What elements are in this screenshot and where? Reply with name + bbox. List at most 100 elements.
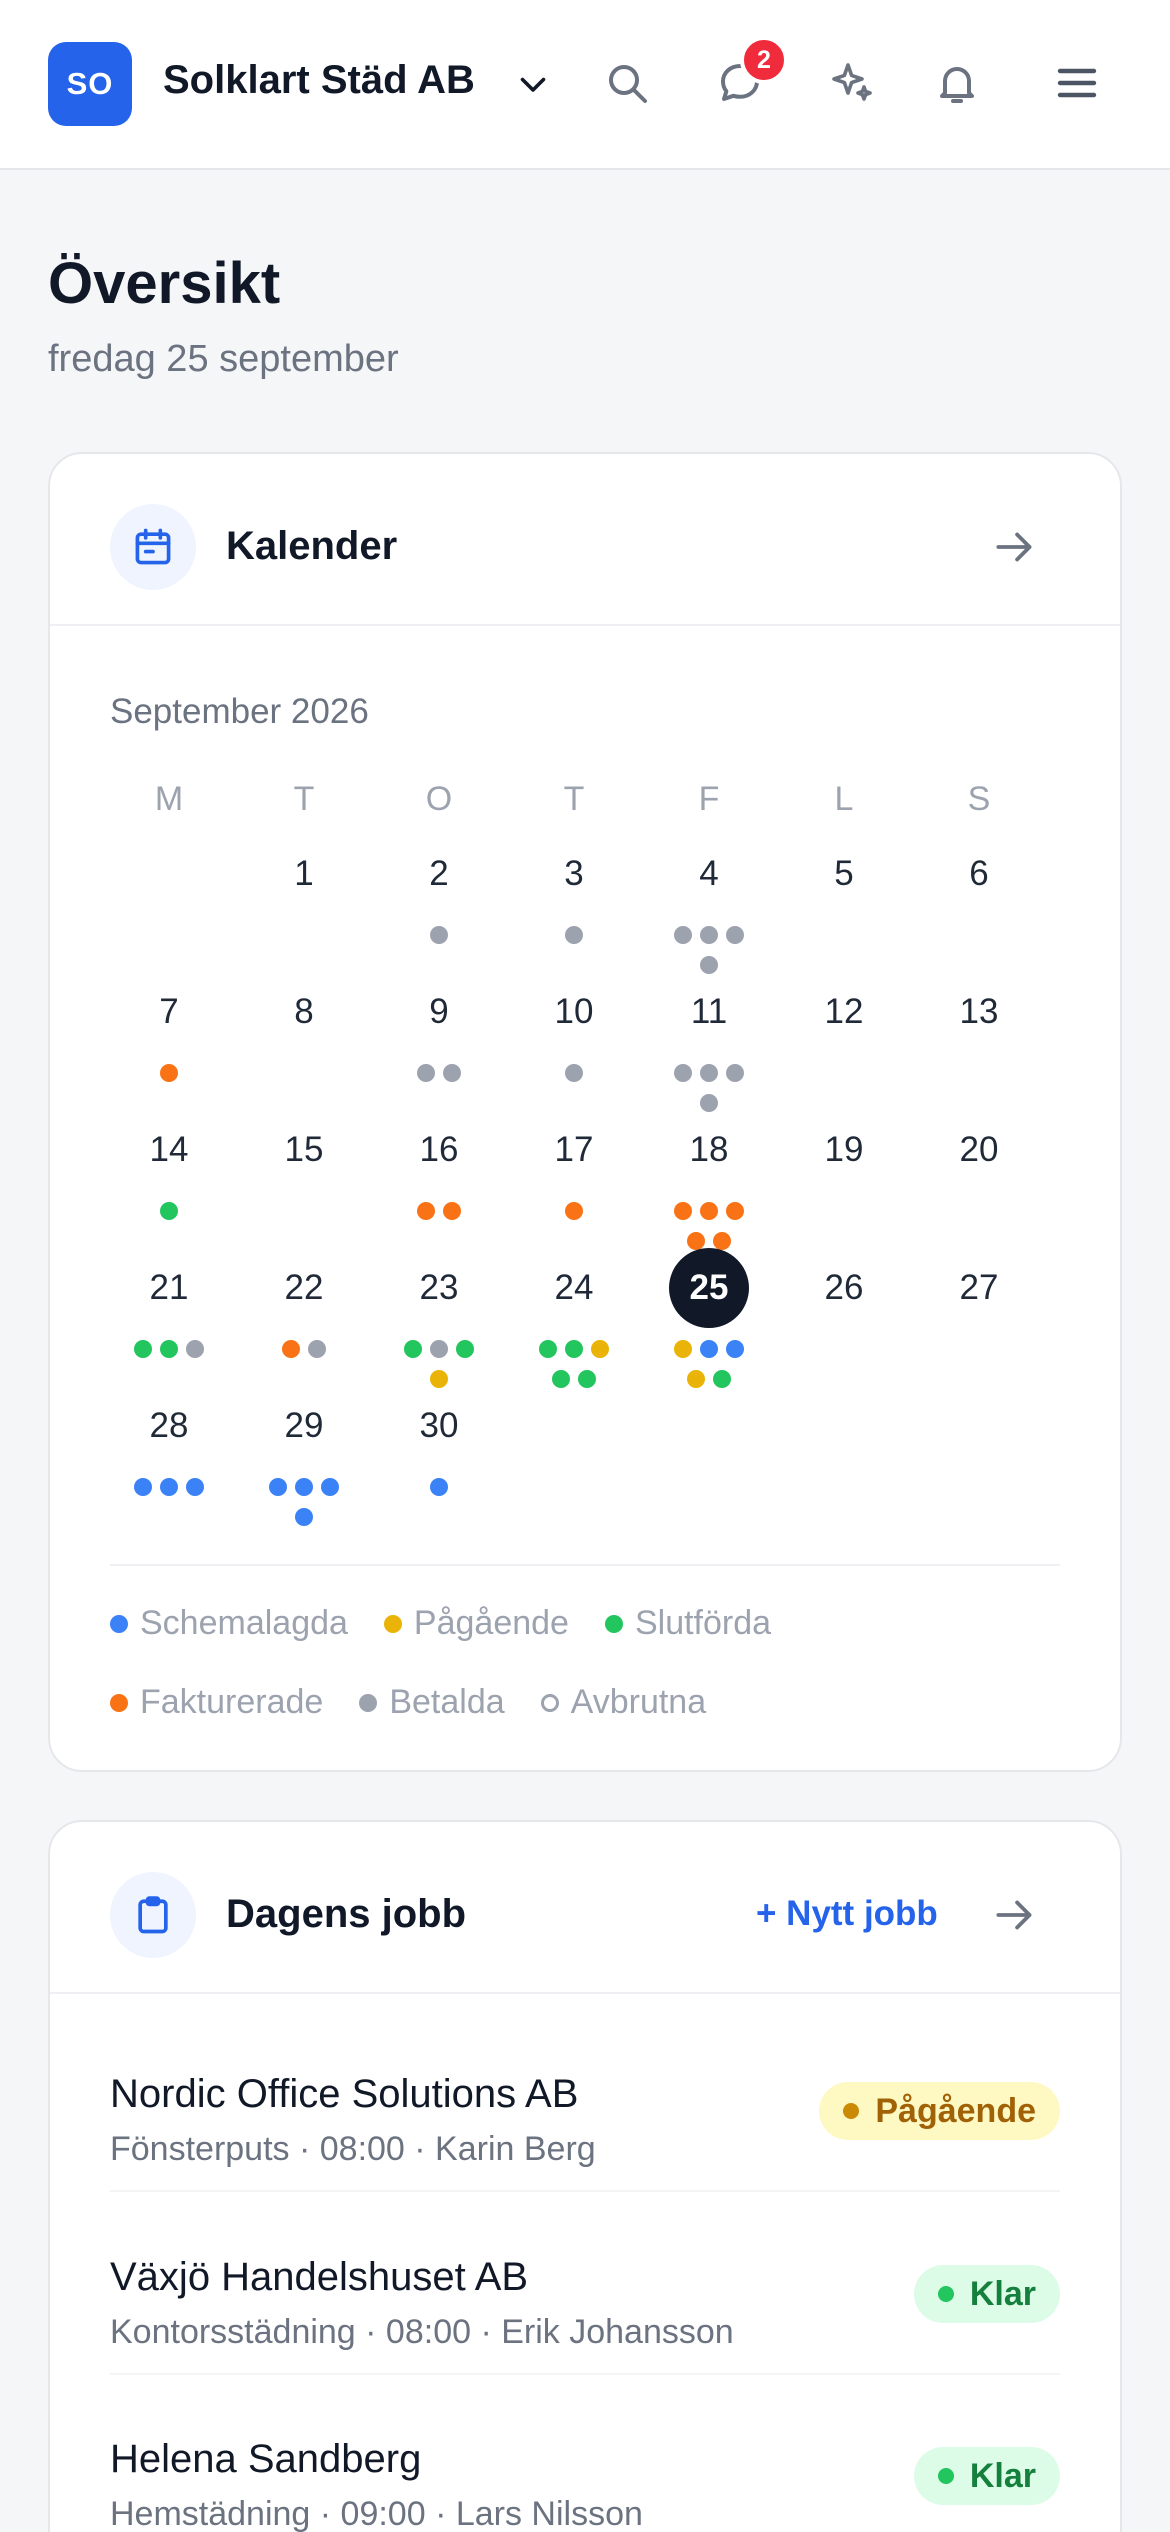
weekday-label: M bbox=[154, 780, 184, 818]
calendar-day[interactable]: 7 bbox=[129, 972, 209, 1052]
legend-dot bbox=[359, 1693, 378, 1712]
calendar-legend: Schemalagda Pågående Slutförda Fakturerade B… bbox=[110, 1604, 1090, 1722]
calendar-day[interactable]: 29 bbox=[264, 1386, 344, 1466]
status-dot-paid bbox=[565, 1064, 583, 1082]
status-dot-paid bbox=[430, 926, 448, 944]
day-status-dots bbox=[659, 1340, 759, 1388]
calendar-day[interactable]: 27 bbox=[939, 1248, 1019, 1328]
divider bbox=[110, 1564, 1060, 1566]
new-job-button[interactable]: + Nytt jobb bbox=[756, 1894, 938, 1934]
calendar-day[interactable]: 11 bbox=[669, 972, 749, 1052]
calendar-day[interactable]: 26 bbox=[804, 1248, 884, 1328]
calendar-day[interactable]: 16 bbox=[399, 1110, 479, 1190]
top-bar: SO Solklart Städ AB 2 bbox=[0, 0, 1170, 170]
org-avatar[interactable]: SO bbox=[48, 42, 132, 126]
day-status-dots bbox=[389, 926, 489, 944]
calendar-day[interactable]: 6 bbox=[939, 834, 1019, 914]
status-dot-completed bbox=[134, 1340, 152, 1358]
job-meta: Fönsterputs · 08:00 · Karin Berg bbox=[110, 2130, 596, 2168]
menu-icon bbox=[1057, 68, 1097, 98]
status-dot-scheduled bbox=[134, 1478, 152, 1496]
calendar-day[interactable]: 4 bbox=[669, 834, 749, 914]
calendar-day[interactable]: 8 bbox=[264, 972, 344, 1052]
status-dot-completed bbox=[160, 1340, 178, 1358]
bell-icon bbox=[940, 67, 974, 103]
calendar-day[interactable]: 21 bbox=[129, 1248, 209, 1328]
calendar-day[interactable]: 2 bbox=[399, 834, 479, 914]
status-dot-ongoing bbox=[674, 1340, 692, 1358]
chevron-down-icon[interactable] bbox=[515, 66, 551, 102]
org-name[interactable]: Solklart Städ AB bbox=[163, 58, 475, 103]
job-row[interactable]: Växjö Handelshuset AB Kontorsstädning · 0… bbox=[110, 2225, 1060, 2375]
job-row[interactable]: Helena Sandberg Hemstädning · 09:00 · Lar… bbox=[110, 2407, 1060, 2532]
status-dot-scheduled bbox=[726, 1340, 744, 1358]
page-date: fredag 25 september bbox=[48, 338, 399, 380]
status-dot-completed bbox=[160, 1202, 178, 1220]
status-badge: Klar bbox=[913, 2265, 1060, 2323]
calendar-day[interactable]: 22 bbox=[264, 1248, 344, 1328]
calendar-day[interactable]: 28 bbox=[129, 1386, 209, 1466]
calendar-day-today[interactable]: 25 bbox=[669, 1248, 749, 1328]
calendar-day[interactable]: 14 bbox=[129, 1110, 209, 1190]
status-dot-completed bbox=[565, 1340, 583, 1358]
status-dot bbox=[937, 2286, 954, 2302]
legend-dot bbox=[383, 1614, 402, 1633]
legend-dot bbox=[110, 1693, 128, 1712]
day-status-dots bbox=[659, 1064, 759, 1112]
status-dot-paid bbox=[726, 1064, 744, 1082]
legend-label: Avbrutna bbox=[570, 1683, 707, 1721]
calendar-day[interactable]: 19 bbox=[804, 1110, 884, 1190]
menu-button[interactable] bbox=[1047, 53, 1107, 113]
job-meta: Hemstädning · 09:00 · Lars Nilsson bbox=[110, 2495, 643, 2532]
day-status-dots bbox=[389, 1478, 489, 1496]
calendar-day[interactable]: 12 bbox=[804, 972, 884, 1052]
day-status-dots bbox=[524, 1340, 624, 1388]
calendar-day[interactable]: 5 bbox=[804, 834, 884, 914]
arrow-right-icon[interactable] bbox=[990, 1890, 1040, 1940]
calendar-day[interactable]: 10 bbox=[534, 972, 614, 1052]
calendar-day[interactable]: 3 bbox=[534, 834, 614, 914]
weekday-label: T bbox=[563, 780, 585, 818]
calendar-day[interactable]: 20 bbox=[939, 1110, 1019, 1190]
calendar-day[interactable]: 15 bbox=[264, 1110, 344, 1190]
status-dot-invoiced bbox=[674, 1202, 692, 1220]
calendar-day[interactable]: 17 bbox=[534, 1110, 614, 1190]
search-button[interactable] bbox=[597, 53, 657, 113]
day-status-dots bbox=[524, 926, 624, 944]
legend-dot bbox=[540, 1693, 559, 1712]
clipboard-icon-wrap bbox=[110, 1872, 196, 1958]
status-label: Klar bbox=[969, 2274, 1036, 2313]
calendar-day[interactable]: 13 bbox=[939, 972, 1019, 1052]
status-dot-paid bbox=[430, 1340, 448, 1358]
status-dot-paid bbox=[308, 1340, 326, 1358]
calendar-day[interactable]: 1 bbox=[264, 834, 344, 914]
calendar-day[interactable]: 18 bbox=[669, 1110, 749, 1190]
legend-label: Betalda bbox=[389, 1683, 505, 1721]
status-dot-paid bbox=[565, 926, 583, 944]
notifications-button[interactable] bbox=[927, 53, 987, 113]
status-dot-scheduled bbox=[700, 1340, 718, 1358]
day-status-dots bbox=[659, 926, 759, 974]
day-status-dots bbox=[389, 1064, 489, 1082]
calendar-day[interactable]: 23 bbox=[399, 1248, 479, 1328]
legend-item: Slutförda bbox=[604, 1604, 771, 1643]
status-dot bbox=[843, 2103, 860, 2119]
legend-label: Pågående bbox=[413, 1604, 569, 1642]
calendar-day[interactable]: 30 bbox=[399, 1386, 479, 1466]
status-dot-scheduled bbox=[186, 1478, 204, 1496]
legend-item: Avbrutna bbox=[540, 1683, 707, 1722]
legend-item: Pågående bbox=[383, 1604, 569, 1643]
job-customer: Nordic Office Solutions AB bbox=[110, 2072, 579, 2116]
legend-dot bbox=[604, 1614, 623, 1633]
calendar-day[interactable]: 9 bbox=[399, 972, 479, 1052]
legend-item: Fakturerade bbox=[110, 1683, 323, 1722]
weekday-label: S bbox=[967, 780, 991, 818]
status-badge: Klar bbox=[913, 2447, 1060, 2505]
calendar-day[interactable]: 24 bbox=[534, 1248, 614, 1328]
status-dot-paid bbox=[700, 926, 718, 944]
job-customer: Växjö Handelshuset AB bbox=[110, 2255, 529, 2299]
status-dot-paid bbox=[186, 1340, 204, 1358]
ai-assistant-button[interactable] bbox=[822, 53, 882, 113]
weekday-label: L bbox=[834, 780, 854, 818]
job-row[interactable]: Nordic Office Solutions AB Fönsterputs · … bbox=[110, 2042, 1060, 2192]
